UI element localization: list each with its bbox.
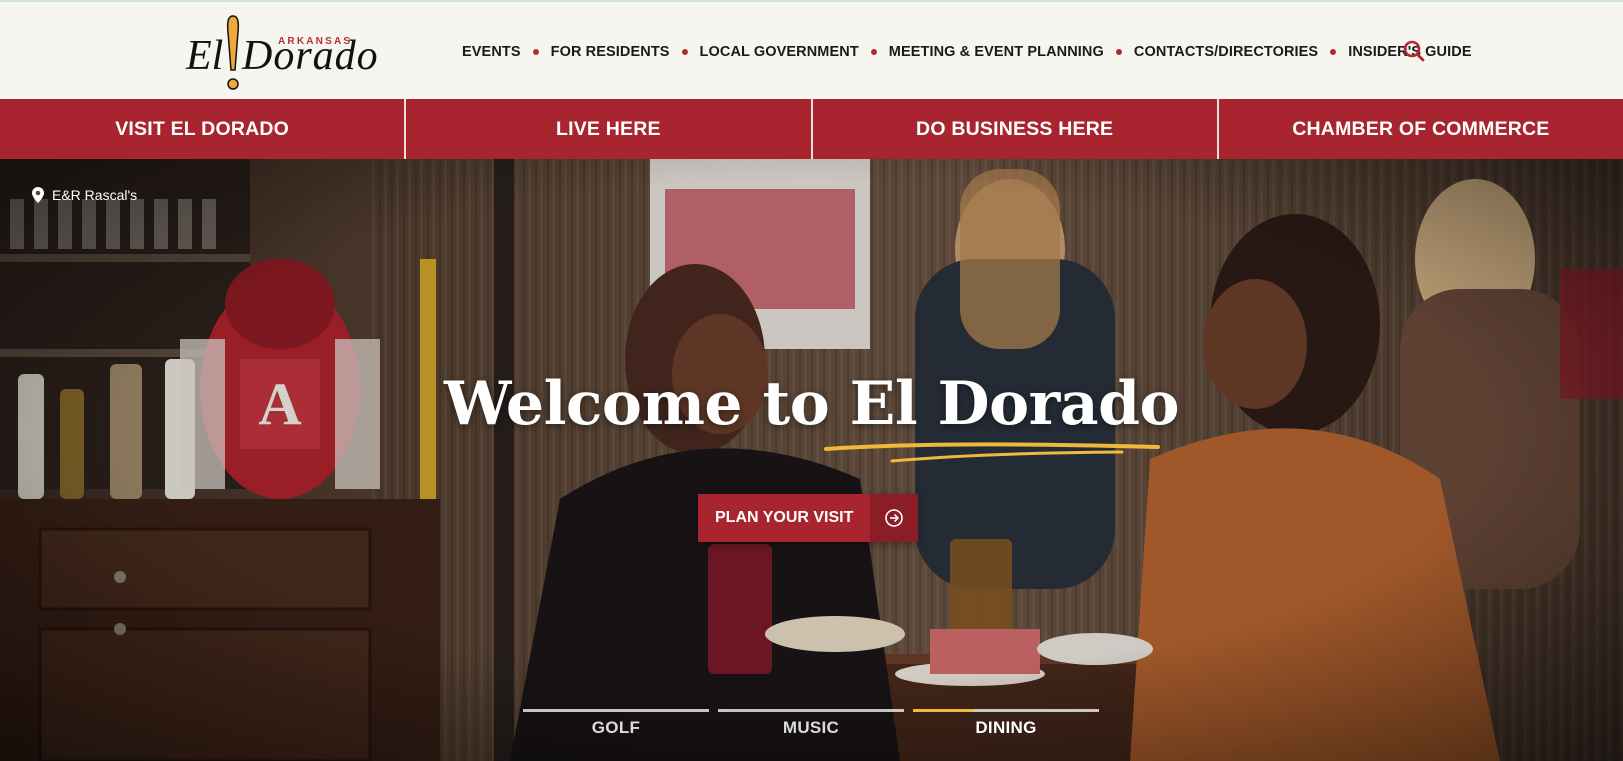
plan-your-visit-label: PLAN YOUR VISIT [698,494,871,542]
mainnav-live-here[interactable]: LIVE HERE [406,99,813,159]
slide-tab-golf[interactable]: GOLF [523,709,709,761]
slide-progress-fill [913,709,973,712]
slide-tab-label: DINING [975,718,1037,737]
hero-section: A [0,159,1623,761]
headline-underline-swash [824,442,1160,463]
topnav-separator [1330,49,1337,55]
topnav-meeting-event-planning[interactable]: MEETING & EVENT PLANNING [889,44,1104,60]
hero-background-image: A [0,159,1623,761]
plan-your-visit-button[interactable]: PLAN YOUR VISIT [698,494,919,542]
cta-icon-box [870,494,919,542]
map-pin-icon [32,187,44,203]
topnav-separator [1115,49,1122,55]
location-label: E&R Rascal's [52,187,138,203]
search-button[interactable] [1402,39,1426,63]
site-logo[interactable]: ARKANSAS El Dorado [186,10,386,96]
slide-tab-label: MUSIC [782,718,840,737]
topnav-contacts-directories[interactable]: CONTACTS/DIRECTORIES [1134,44,1318,60]
topnav-for-residents[interactable]: FOR RESIDENTS [551,44,670,60]
mainnav-chamber-of-commerce[interactable]: CHAMBER OF COMMERCE [1219,99,1623,159]
slide-progress-bar [523,709,709,712]
topnav-separator [870,49,877,55]
logo-el-text: El [186,33,224,79]
arrow-circle-right-icon [885,509,904,527]
logo-name-text: Dorado [242,33,379,79]
slide-tab-dining[interactable]: DINING [913,709,1099,761]
topnav-local-government[interactable]: LOCAL GOVERNMENT [700,44,859,60]
slide-tab-music[interactable]: MUSIC [718,709,904,761]
mainnav-visit-el-dorado[interactable]: VISIT EL DORADO [0,99,407,159]
mainnav-do-business-here[interactable]: DO BUSINESS HERE [813,99,1219,159]
utility-nav: EVENTS FOR RESIDENTS LOCAL GOVERNMENT ME… [462,40,1472,64]
slide-tab-label: GOLF [591,718,641,737]
logo-exclamation-icon [226,15,240,90]
photo-location: E&R Rascal's [32,187,137,203]
main-nav: VISIT EL DORADO LIVE HERE DO BUSINESS HE… [0,99,1623,159]
slide-progress-bar [718,709,904,712]
hero-headline: Welcome to El Dorado [443,369,1180,439]
site-header: ARKANSAS El Dorado EVENTS FOR RESIDENTS … [0,2,1623,99]
topnav-events[interactable]: EVENTS [462,44,521,60]
slide-progress-bar [913,709,1099,712]
topnav-separator [681,49,688,55]
slide-tabs: GOLF MUSIC DINING [523,709,1099,761]
search-icon [1403,40,1425,62]
topnav-separator [532,49,539,55]
